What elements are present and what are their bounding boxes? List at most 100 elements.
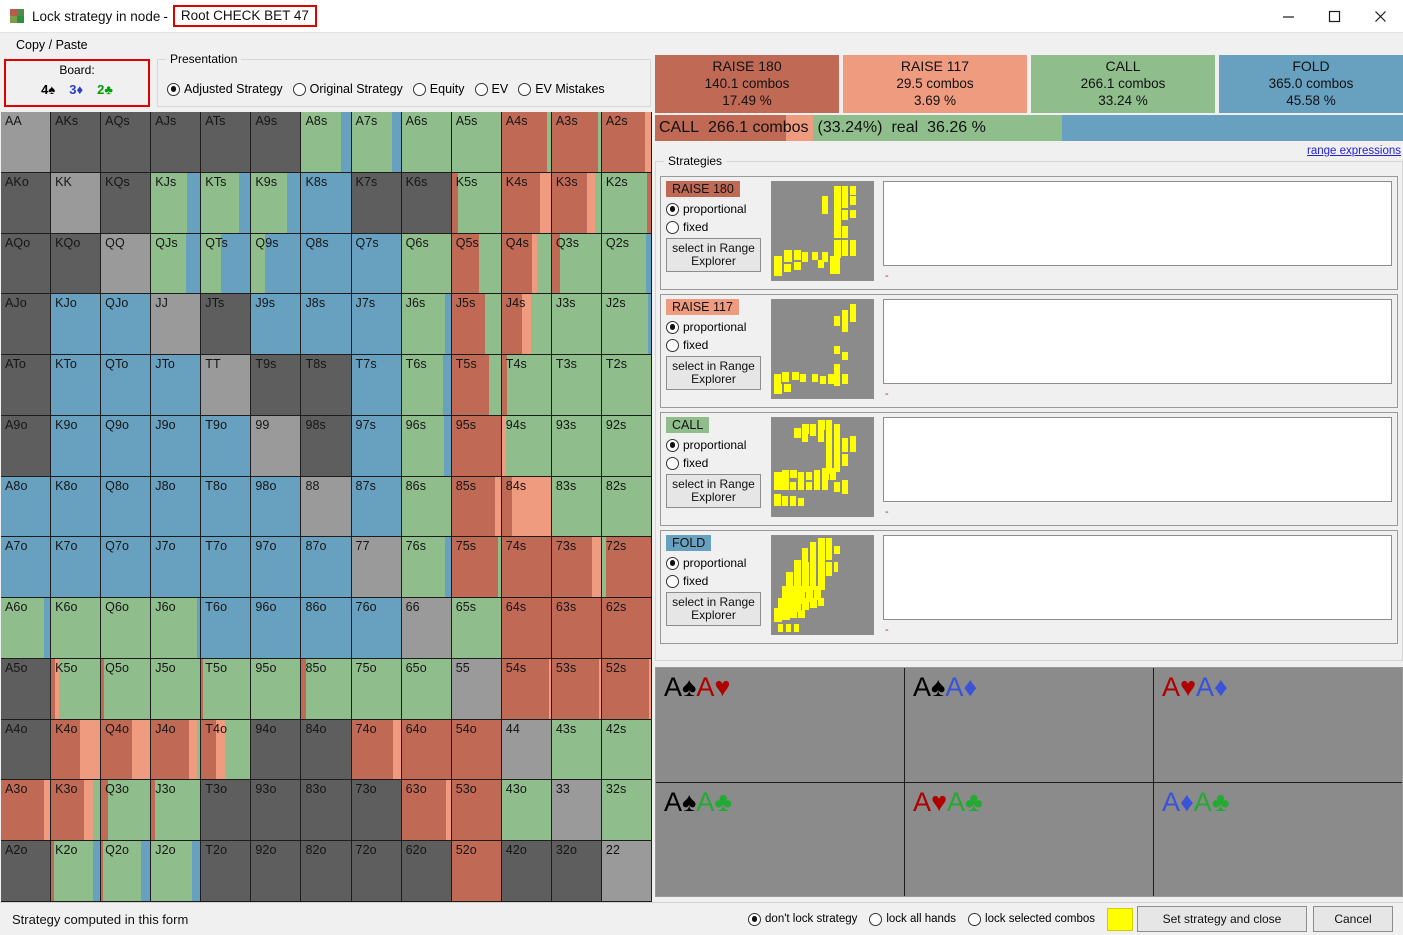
matrix-cell[interactable]: AKo (1, 173, 51, 234)
matrix-cell[interactable]: 94s (502, 416, 552, 477)
combo-cell[interactable]: A♠A♣ (656, 783, 904, 897)
matrix-cell[interactable]: JTs (201, 294, 251, 355)
matrix-cell[interactable]: Q9s (251, 234, 301, 295)
matrix-cell[interactable]: T5s (452, 355, 502, 416)
matrix-cell[interactable]: 86o (301, 598, 351, 659)
select-in-range-explorer-button[interactable]: select in Range Explorer (666, 474, 761, 508)
matrix-cell[interactable]: KJo (51, 294, 101, 355)
matrix-cell[interactable]: 64o (402, 720, 452, 781)
lock-option-lock-all-hands[interactable]: lock all hands (869, 913, 956, 926)
matrix-cell[interactable]: 83s (552, 477, 602, 538)
matrix-cell[interactable]: J4o (151, 720, 201, 781)
matrix-cell[interactable]: JTo (151, 355, 201, 416)
matrix-cell[interactable]: 32o (552, 841, 602, 902)
matrix-cell[interactable]: J8o (151, 477, 201, 538)
matrix-cell[interactable]: 43o (502, 780, 552, 841)
matrix-cell[interactable]: 75o (352, 659, 402, 720)
matrix-cell[interactable]: 77 (352, 537, 402, 598)
matrix-cell[interactable]: J9s (251, 294, 301, 355)
presentation-option-adjusted-strategy[interactable]: Adjusted Strategy (167, 82, 283, 96)
combo-cell[interactable]: A♦A♣ (1154, 783, 1402, 897)
matrix-cell[interactable]: 72o (352, 841, 402, 902)
matrix-cell[interactable]: 62s (602, 598, 652, 659)
matrix-cell[interactable]: J3o (151, 780, 201, 841)
matrix-cell[interactable]: T2s (602, 355, 652, 416)
matrix-cell[interactable]: A4o (1, 720, 51, 781)
matrix-cell[interactable]: K6s (402, 173, 452, 234)
presentation-option-ev[interactable]: EV (475, 82, 509, 96)
matrix-cell[interactable]: Q2s (602, 234, 652, 295)
matrix-cell[interactable]: 98o (251, 477, 301, 538)
matrix-cell[interactable]: A8o (1, 477, 51, 538)
menu-item-copy-paste[interactable]: Copy / Paste (8, 36, 96, 54)
matrix-cell[interactable]: A6s (402, 112, 452, 173)
action-button-raise-117[interactable]: RAISE 11729.5 combos3.69 % (843, 55, 1027, 113)
matrix-cell[interactable]: 63s (552, 598, 602, 659)
select-in-range-explorer-button[interactable]: select in Range Explorer (666, 592, 761, 626)
matrix-cell[interactable]: Q5s (452, 234, 502, 295)
range-expressions-link[interactable]: range expressions (1307, 145, 1401, 157)
lock-option-lock-selected-combos[interactable]: lock selected combos (968, 913, 1095, 926)
matrix-cell[interactable]: Q6o (101, 598, 151, 659)
matrix-cell[interactable]: K6o (51, 598, 101, 659)
matrix-cell[interactable]: A2s (602, 112, 652, 173)
matrix-cell[interactable]: J2o (151, 841, 201, 902)
matrix-cell[interactable]: QTo (101, 355, 151, 416)
matrix-cell[interactable]: 42o (502, 841, 552, 902)
matrix-cell[interactable]: 96o (251, 598, 301, 659)
matrix-cell[interactable]: AQs (101, 112, 151, 173)
matrix-cell[interactable]: 87o (301, 537, 351, 598)
matrix-cell[interactable]: KQs (101, 173, 151, 234)
select-in-range-explorer-button[interactable]: select in Range Explorer (666, 356, 761, 390)
strategy-mode-proportional[interactable]: proportional (666, 438, 766, 452)
close-icon[interactable] (1357, 0, 1403, 33)
presentation-option-original-strategy[interactable]: Original Strategy (293, 82, 403, 96)
matrix-cell[interactable]: 99 (251, 416, 301, 477)
strategy-mode-fixed[interactable]: fixed (666, 338, 766, 352)
matrix-cell[interactable]: 88 (301, 477, 351, 538)
strategy-mode-proportional[interactable]: proportional (666, 556, 766, 570)
matrix-cell[interactable]: K2o (51, 841, 101, 902)
matrix-cell[interactable]: QQ (101, 234, 151, 295)
matrix-cell[interactable]: K7o (51, 537, 101, 598)
matrix-cell[interactable]: AKs (51, 112, 101, 173)
matrix-cell[interactable]: K8o (51, 477, 101, 538)
matrix-cell[interactable]: A5s (452, 112, 502, 173)
strategy-mode-fixed[interactable]: fixed (666, 456, 766, 470)
presentation-option-equity[interactable]: Equity (413, 82, 465, 96)
matrix-cell[interactable]: AA (1, 112, 51, 173)
action-button-raise-180[interactable]: RAISE 180140.1 combos17.49 % (655, 55, 839, 113)
matrix-cell[interactable]: 76s (402, 537, 452, 598)
strategy-mode-proportional[interactable]: proportional (666, 202, 766, 216)
matrix-cell[interactable]: 76o (352, 598, 402, 659)
matrix-cell[interactable]: T8s (301, 355, 351, 416)
matrix-cell[interactable]: J3s (552, 294, 602, 355)
matrix-cell[interactable]: KTo (51, 355, 101, 416)
combo-grid[interactable]: A♠A♥A♠A♦A♥A♦A♠A♣A♥A♣A♦A♣ (655, 667, 1403, 897)
matrix-cell[interactable]: ATs (201, 112, 251, 173)
matrix-cell[interactable]: 94o (251, 720, 301, 781)
matrix-cell[interactable]: J6o (151, 598, 201, 659)
matrix-cell[interactable]: 52s (602, 659, 652, 720)
matrix-cell[interactable]: 53s (552, 659, 602, 720)
matrix-cell[interactable]: T8o (201, 477, 251, 538)
maximize-icon[interactable] (1311, 0, 1357, 33)
matrix-cell[interactable]: 98s (301, 416, 351, 477)
matrix-cell[interactable]: 86s (402, 477, 452, 538)
matrix-cell[interactable]: 93s (552, 416, 602, 477)
matrix-cell[interactable]: T9s (251, 355, 301, 416)
matrix-cell[interactable]: 97o (251, 537, 301, 598)
matrix-cell[interactable]: J6s (402, 294, 452, 355)
matrix-cell[interactable]: Q7o (101, 537, 151, 598)
highlight-color-swatch[interactable] (1107, 908, 1133, 931)
matrix-cell[interactable]: 72s (602, 537, 652, 598)
matrix-cell[interactable]: 82s (602, 477, 652, 538)
matrix-cell[interactable]: 65s (452, 598, 502, 659)
matrix-cell[interactable]: 83o (301, 780, 351, 841)
matrix-cell[interactable]: 43s (552, 720, 602, 781)
matrix-cell[interactable]: K3o (51, 780, 101, 841)
matrix-cell[interactable]: J8s (301, 294, 351, 355)
hand-matrix[interactable]: AAAKsAQsAJsATsA9sA8sA7sA6sA5sA4sA3sA2sAK… (1, 112, 652, 902)
matrix-cell[interactable]: A7s (352, 112, 402, 173)
matrix-cell[interactable]: 63o (402, 780, 452, 841)
